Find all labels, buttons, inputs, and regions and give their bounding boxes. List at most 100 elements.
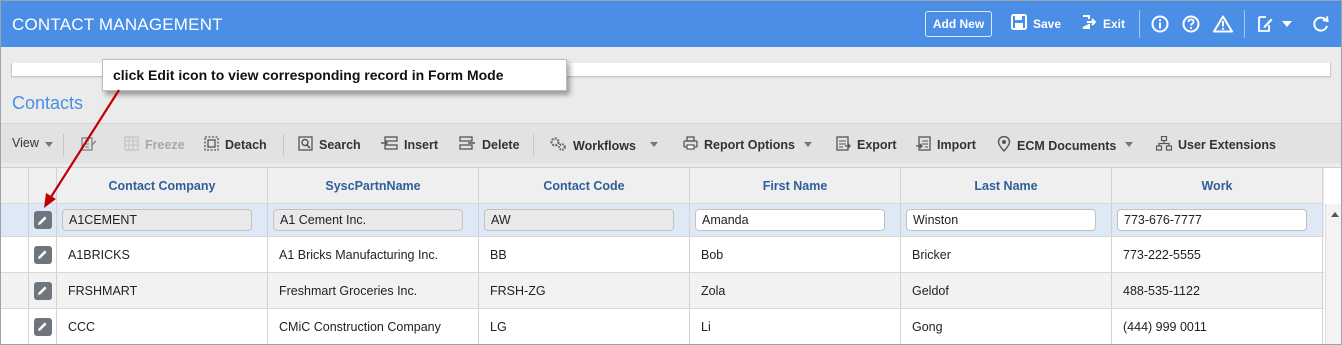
last-name-field[interactable]: Winston [906, 209, 1096, 231]
exit-button[interactable]: Exit [1081, 14, 1125, 33]
toolbar-divider [533, 134, 534, 156]
table-row[interactable]: FRSHMART Freshmart Groceries Inc. FRSH-Z… [1, 273, 1324, 309]
section-title: Contacts [12, 93, 84, 113]
refresh-icon[interactable] [1311, 14, 1331, 34]
view-label: View [12, 136, 39, 150]
cell: A1BRICKS [57, 237, 268, 272]
chevron-down-icon[interactable] [650, 142, 658, 147]
edit-icon[interactable] [33, 281, 52, 300]
workflows-gear-icon [549, 136, 567, 155]
export-button[interactable]: Export [836, 136, 897, 154]
insert-label: Insert [404, 137, 439, 152]
row-selector[interactable] [1, 273, 29, 308]
callout-text: click Edit icon to view corresponding re… [113, 67, 504, 83]
header-divider [1244, 10, 1245, 38]
row-selector[interactable] [1, 204, 29, 236]
save-label: Save [1033, 16, 1062, 31]
hierarchy-icon [1155, 135, 1173, 154]
search-button[interactable]: Search [298, 136, 361, 154]
column-header[interactable]: Last Name [901, 168, 1112, 203]
edit-icon[interactable] [33, 317, 52, 336]
cell: FRSHMART [57, 273, 268, 308]
cell: (444) 999 0011 [1112, 309, 1323, 344]
grid-header-row: Contact Company SyscPartnName Contact Co… [1, 168, 1324, 204]
edit-note-icon[interactable] [1255, 14, 1275, 34]
export-label: Export [857, 138, 897, 152]
delete-row-icon [459, 136, 476, 153]
delete-button[interactable]: Delete [459, 136, 520, 153]
ecm-documents-menu[interactable]: ECM Documents [997, 135, 1117, 155]
table-row[interactable]: CCC CMiC Construction Company LG Li Gong… [1, 309, 1324, 344]
info-icon[interactable] [1150, 14, 1170, 34]
table-row[interactable]: A1CEMENT A1 Cement Inc. AW Amanda Winsto… [1, 204, 1324, 237]
table-row[interactable]: A1BRICKS A1 Bricks Manufacturing Inc. BB… [1, 237, 1324, 273]
user-extensions-button[interactable]: User Extensions [1155, 135, 1276, 154]
report-options-menu[interactable]: Report Options [683, 136, 795, 153]
edit-cell [29, 273, 57, 308]
view-menu[interactable]: View [12, 136, 39, 150]
help-icon[interactable] [1181, 14, 1201, 34]
cell: 773-222-5555 [1112, 237, 1323, 272]
pin-column-icon [81, 136, 97, 155]
printer-icon [683, 136, 698, 153]
cell: 773-676-7777 [1112, 204, 1323, 236]
exit-label: Exit [1103, 16, 1126, 31]
callout-annotation: click Edit icon to view corresponding re… [102, 59, 567, 91]
workflows-menu[interactable]: Workflows [549, 136, 636, 155]
freeze-icon [124, 136, 139, 154]
grid-toolbar: View Freeze Detach Search Insert Delete … [1, 123, 1341, 163]
ecm-documents-label: ECM Documents [1017, 138, 1117, 153]
import-label: Import [937, 138, 976, 152]
chevron-down-icon[interactable] [45, 142, 53, 147]
work-phone-field[interactable]: 773-676-7777 [1117, 209, 1307, 231]
vertical-scrollbar[interactable] [1325, 204, 1341, 344]
chevron-down-icon[interactable] [1280, 14, 1294, 34]
cell: Amanda [690, 204, 901, 236]
toolbar-divider [283, 134, 284, 156]
cell: A1 Cement Inc. [268, 204, 479, 236]
cell: AW [479, 204, 690, 236]
import-button[interactable]: Import [916, 136, 976, 154]
edit-icon[interactable] [33, 211, 52, 229]
edit-column-header [29, 168, 57, 203]
column-header[interactable]: Work [1112, 168, 1323, 203]
search-label: Search [319, 138, 361, 152]
freeze-label: Freeze [145, 138, 185, 152]
chevron-down-icon[interactable] [1125, 142, 1133, 147]
search-icon [298, 136, 313, 154]
export-icon [836, 136, 851, 154]
save-button[interactable]: Save [1011, 14, 1061, 33]
contact-code-field[interactable]: AW [484, 209, 674, 231]
add-new-button[interactable]: Add New [925, 11, 992, 37]
cell: FRSH-ZG [479, 273, 690, 308]
toolbar-divider [63, 134, 64, 156]
scroll-up-icon[interactable] [1331, 212, 1339, 217]
warning-icon[interactable] [1213, 14, 1233, 34]
cell: Zola [690, 273, 901, 308]
edit-cell [29, 204, 57, 236]
row-selector[interactable] [1, 237, 29, 272]
row-selector-header [1, 168, 29, 203]
partner-name-field[interactable]: A1 Cement Inc. [273, 209, 463, 231]
header-divider [1139, 10, 1140, 38]
cell: Li [690, 309, 901, 344]
column-header[interactable]: Contact Company [57, 168, 268, 203]
app-header: CONTACT MANAGEMENT Add New Save Exit [1, 1, 1341, 47]
first-name-field[interactable]: Amanda [695, 209, 885, 231]
row-selector[interactable] [1, 309, 29, 344]
column-header[interactable]: SyscPartnName [268, 168, 479, 203]
detach-button[interactable]: Detach [204, 136, 267, 154]
cell: Bob [690, 237, 901, 272]
insert-button[interactable]: Insert [381, 136, 438, 153]
import-icon [916, 136, 931, 154]
exit-icon [1081, 14, 1097, 33]
edit-icon[interactable] [33, 245, 52, 264]
chevron-down-icon[interactable] [804, 142, 812, 147]
contact-company-field[interactable]: A1CEMENT [62, 209, 252, 231]
column-header[interactable]: First Name [690, 168, 901, 203]
workflows-label: Workflows [573, 138, 636, 153]
column-header[interactable]: Contact Code [479, 168, 690, 203]
pin-column-button[interactable] [81, 136, 97, 155]
cell: LG [479, 309, 690, 344]
freeze-button[interactable]: Freeze [124, 136, 185, 154]
